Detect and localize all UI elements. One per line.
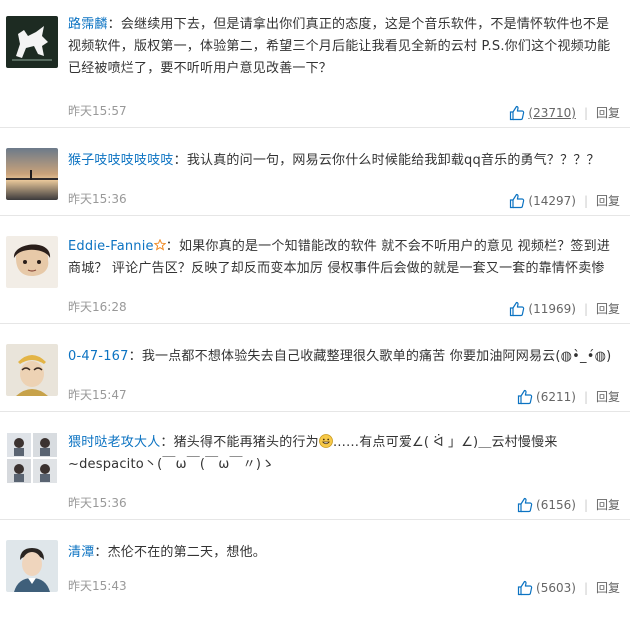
like-button[interactable]: (5603): [517, 580, 576, 596]
like-count: (14297): [528, 193, 576, 208]
thumbs-up-icon: [517, 497, 533, 512]
like-button[interactable]: (11969): [509, 301, 576, 317]
thumbs-up-icon: [510, 105, 525, 120]
comment-time: 昨天15:57: [68, 104, 127, 118]
sunset-landscape-avatar: [6, 148, 58, 200]
comment-item: 猥时哒老攻大人：猪头得不能再猪头的行为 ……有点可爱∠( ᐛ 」∠)＿云村慢慢来~…: [0, 412, 630, 520]
comment-content: 猥时哒老攻大人：猪头得不能再猪头的行为 ……有点可爱∠( ᐛ 」∠)＿云村慢慢来~…: [68, 432, 618, 476]
comment-text-before: 猪头得不能再猪头的行为: [173, 435, 319, 450]
comment-item: 猴子吱吱吱吱吱吱：我认真的问一句，网易云你什么时候能给我卸载qq音乐的勇气？？？…: [0, 128, 630, 216]
action-separator: |: [583, 193, 588, 208]
comment-content: 清潭：杰伦不在的第二天，想他。: [68, 542, 618, 564]
like-button[interactable]: (23710): [509, 105, 576, 121]
action-separator: |: [583, 105, 588, 120]
reply-button[interactable]: 回复: [596, 300, 620, 317]
comment-item: Eddie-Fannie ：如果你真的是一个知错能改的软件 就不会不听用户的意见 …: [0, 216, 630, 324]
user-avatar[interactable]: [6, 540, 58, 592]
comment-actions: (5603) | 回复: [517, 579, 620, 596]
thumbs-up-icon: [510, 193, 525, 208]
like-count: (6211): [536, 389, 576, 404]
comment-colon: ：: [173, 153, 187, 168]
like-count: (23710): [528, 105, 576, 120]
comment-text: 会继续用下去，但是请拿出你们真正的态度，这是个音乐软件，不是情怀软件也不是视频软…: [68, 17, 611, 76]
comment-text: 我认真的问一句，网易云你什么时候能给我卸载qq音乐的勇气？？？？: [186, 153, 600, 168]
four-panel-photo-avatar: [6, 432, 58, 484]
action-separator: |: [583, 389, 588, 404]
illustrated-face-avatar: [6, 236, 58, 288]
comment-content: Eddie-Fannie ：如果你真的是一个知错能改的软件 就不会不听用户的意见 …: [68, 236, 618, 280]
person-with-hat-avatar: [6, 344, 58, 396]
reply-button[interactable]: 回复: [596, 579, 620, 596]
comment-content: 0-47-167：我一点都不想体验失去自己收藏整理很久歌单的痛苦 你要加油阿网易…: [68, 346, 618, 368]
user-avatar[interactable]: [6, 432, 58, 484]
comment-time: 昨天15:36: [68, 192, 127, 206]
comment-colon: ：: [107, 17, 121, 32]
comment-username[interactable]: 猥时哒老攻大人: [68, 435, 160, 450]
comment-content: 路霈麟：会继续用下去，但是请拿出你们真正的态度，这是个音乐软件，不是情怀软件也不…: [68, 14, 618, 80]
comment-colon: ：: [128, 349, 142, 364]
reply-button[interactable]: 回复: [596, 388, 620, 405]
reply-button[interactable]: 回复: [596, 496, 620, 513]
comment-colon: ：: [94, 545, 108, 560]
thumbs-up-icon: [510, 301, 525, 316]
like-count: (6156): [536, 497, 576, 512]
like-button[interactable]: (6156): [517, 497, 576, 513]
user-avatar[interactable]: [6, 344, 58, 396]
comment-username[interactable]: 0-47-167: [68, 349, 129, 364]
reply-button[interactable]: 回复: [596, 104, 620, 121]
comment-actions: (23710) | 回复: [509, 104, 620, 121]
young-man-portrait-avatar: [6, 540, 58, 592]
like-button[interactable]: (14297): [509, 193, 576, 209]
comment-list: 路霈麟：会继续用下去，但是请拿出你们真正的态度，这是个音乐软件，不是情怀软件也不…: [0, 0, 630, 618]
comment-item: 路霈麟：会继续用下去，但是请拿出你们真正的态度，这是个音乐软件，不是情怀软件也不…: [0, 0, 630, 128]
comment-text: 杰伦不在的第二天，想他。: [107, 545, 267, 560]
thumbs-up-icon: [517, 580, 533, 595]
comment-actions: (6156) | 回复: [517, 496, 620, 513]
comment-time: 昨天16:28: [68, 300, 127, 314]
action-separator: |: [583, 580, 588, 595]
like-count: (11969): [528, 301, 576, 316]
comment-username[interactable]: 清潭: [68, 545, 94, 560]
like-count: (5603): [536, 580, 576, 595]
comment-username[interactable]: Eddie-Fannie: [68, 239, 154, 254]
reply-button[interactable]: 回复: [596, 192, 620, 209]
comment-item: 清潭：杰伦不在的第二天，想他。 昨天15:43 (5603) | 回复: [0, 520, 630, 618]
comment-username[interactable]: 路霈麟: [68, 17, 108, 32]
like-button[interactable]: (6211): [517, 389, 576, 405]
user-avatar[interactable]: [6, 148, 58, 200]
comment-colon: ：: [160, 435, 174, 450]
white-dog-on-dark-avatar: [6, 16, 58, 68]
action-separator: |: [583, 301, 588, 316]
comment-actions: (14297) | 回复: [509, 192, 620, 209]
comment-actions: (11969) | 回复: [509, 300, 620, 317]
action-separator: |: [583, 497, 588, 512]
user-avatar[interactable]: [6, 236, 58, 288]
grinning-face-icon: [318, 434, 333, 448]
thumbs-up-icon: [517, 389, 533, 404]
comment-text: 我一点都不想体验失去自己收藏整理很久歌单的痛苦 你要加油阿网易云(◍•̀_•́◍…: [141, 349, 612, 364]
comment-time: 昨天15:47: [68, 388, 127, 402]
star-badge-icon: [153, 239, 166, 251]
comment-username[interactable]: 猴子吱吱吱吱吱吱: [68, 153, 174, 168]
comment-content: 猴子吱吱吱吱吱吱：我认真的问一句，网易云你什么时候能给我卸载qq音乐的勇气？？？…: [68, 150, 618, 172]
comment-time: 昨天15:43: [68, 579, 127, 593]
user-avatar[interactable]: [6, 16, 58, 68]
comment-item: 0-47-167：我一点都不想体验失去自己收藏整理很久歌单的痛苦 你要加油阿网易…: [0, 324, 630, 412]
comment-time: 昨天15:36: [68, 496, 127, 510]
comment-colon: ：: [165, 239, 179, 254]
comment-actions: (6211) | 回复: [517, 388, 620, 405]
